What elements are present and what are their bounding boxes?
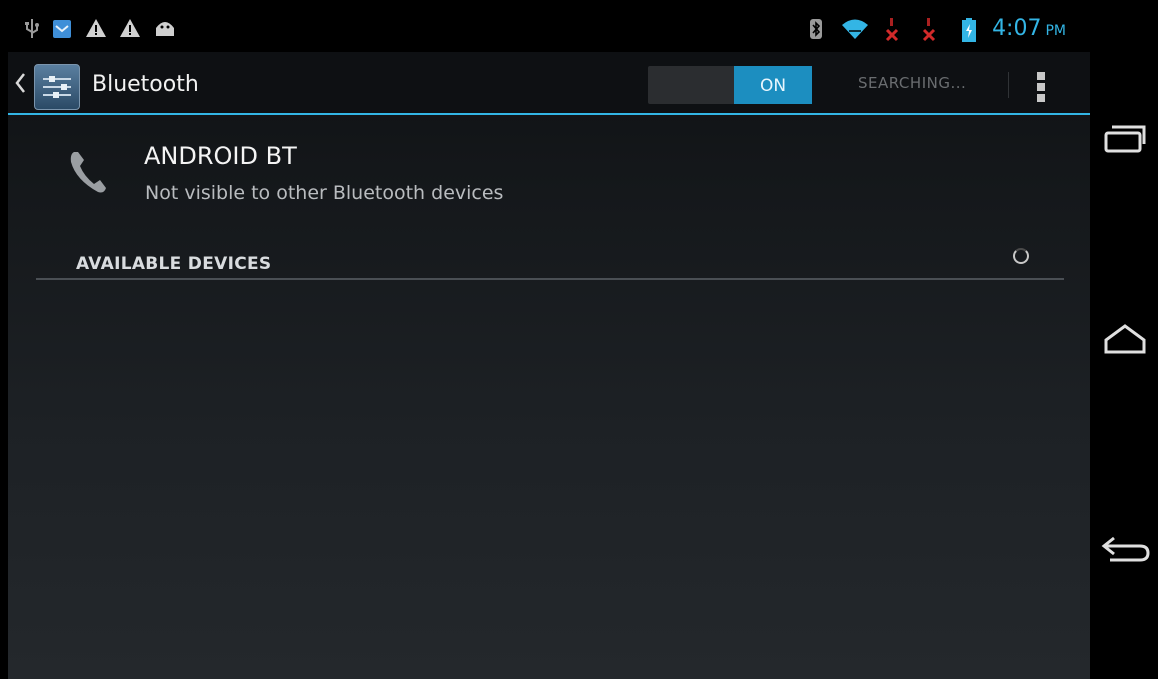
usb-icon xyxy=(25,19,39,38)
home-icon[interactable] xyxy=(1100,320,1150,360)
warning-icon xyxy=(120,19,140,37)
navigation-bar xyxy=(1090,0,1158,679)
action-bar-divider xyxy=(8,113,1090,115)
page-title: Bluetooth xyxy=(92,72,199,97)
android-icon xyxy=(156,22,174,36)
overflow-dot xyxy=(1037,83,1045,91)
section-header-available-devices: AVAILABLE DEVICES xyxy=(76,254,272,274)
up-caret-icon[interactable] xyxy=(14,72,26,94)
toggle-on-label: ON xyxy=(734,66,812,104)
overflow-menu-icon[interactable] xyxy=(1032,66,1052,106)
back-icon[interactable] xyxy=(1100,528,1150,568)
status-clock: 4:07 PM xyxy=(992,16,1066,41)
overflow-dot xyxy=(1037,94,1045,102)
warning-icon xyxy=(86,19,106,37)
spinner-icon xyxy=(1013,248,1029,264)
wifi-icon xyxy=(842,19,868,39)
recent-apps-icon[interactable] xyxy=(1100,120,1150,160)
device-frame: 4:07 PM Bluetooth ON SEARCHING... ANDROI… xyxy=(0,0,1158,679)
phone-icon xyxy=(70,152,106,193)
settings-sliders-graphic xyxy=(43,76,71,98)
device-name[interactable]: ANDROID BT xyxy=(144,142,297,170)
clock-time: 4:07 xyxy=(992,16,1042,41)
action-bar-separator xyxy=(1008,72,1009,98)
overflow-dot xyxy=(1037,72,1045,80)
search-button[interactable]: SEARCHING... xyxy=(858,74,966,92)
bluetooth-icon xyxy=(810,19,822,39)
email-icon xyxy=(53,20,71,38)
status-bar: 4:07 PM xyxy=(8,8,1090,52)
screen: 4:07 PM Bluetooth ON SEARCHING... ANDROI… xyxy=(8,8,1090,679)
bluetooth-toggle[interactable]: ON xyxy=(648,66,812,104)
no-signal-icon xyxy=(922,18,936,42)
clock-ampm: PM xyxy=(1045,23,1066,39)
device-visibility[interactable]: Not visible to other Bluetooth devices xyxy=(145,182,503,204)
section-divider xyxy=(36,278,1064,280)
battery-charging-icon xyxy=(962,18,976,42)
no-signal-icon xyxy=(885,18,899,42)
settings-icon[interactable] xyxy=(34,64,80,110)
